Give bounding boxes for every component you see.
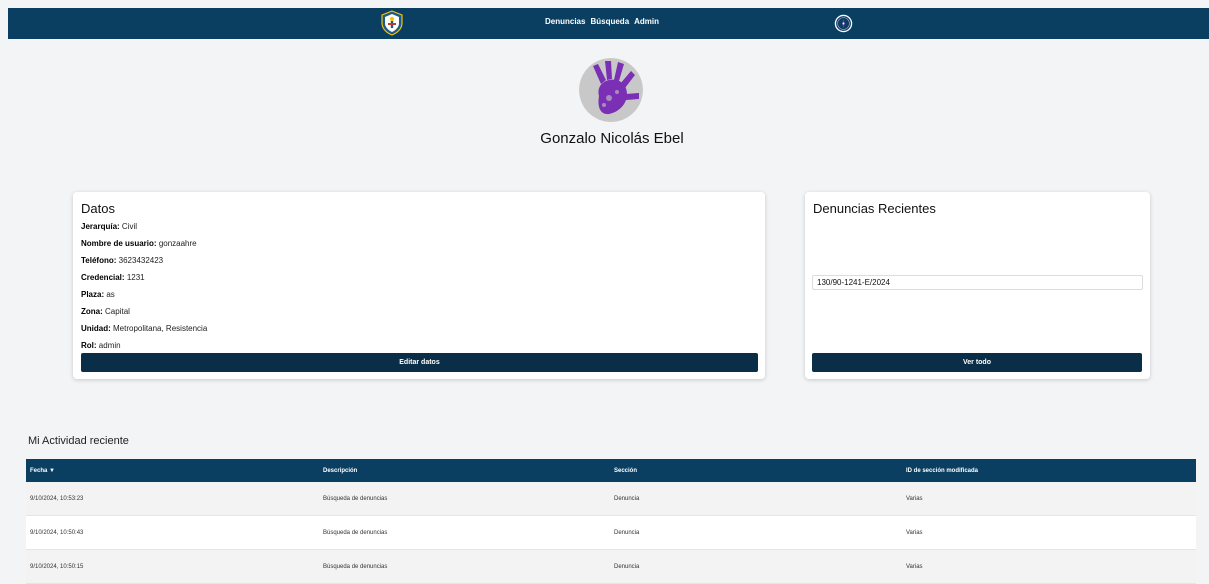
cell-descripcion: Búsqueda de denuncias	[323, 563, 388, 570]
cell-seccion: Denuncia	[614, 529, 640, 536]
field-zona: Zona: Capital	[81, 307, 130, 316]
cell-id-seccion: Varias	[906, 495, 923, 502]
cell-id-seccion: Varias	[906, 563, 923, 570]
top-navbar: Denuncias Búsqueda Admin	[8, 8, 1209, 39]
cell-fecha: 9/10/2024, 10:53:23	[30, 495, 84, 502]
nav-link-denuncias[interactable]: Denuncias	[545, 17, 585, 26]
nav-link-admin[interactable]: Admin	[634, 17, 659, 26]
activity-title: Mi Actividad reciente	[28, 435, 129, 447]
cell-fecha: 9/10/2024, 10:50:15	[30, 563, 84, 570]
recent-complaint-item[interactable]: 130/90-1241-E/2024	[812, 275, 1143, 290]
field-nombre-usuario: Nombre de usuario: gonzaahre	[81, 239, 197, 248]
field-jerarquia: Jerarquía: Civil	[81, 222, 138, 231]
edit-data-button[interactable]: Editar datos	[81, 353, 758, 372]
column-header-seccion: Sección	[614, 467, 638, 474]
main-nav: Denuncias Búsqueda Admin	[545, 17, 659, 26]
table-row[interactable]: 9/10/2024, 10:50:15 Búsqueda de denuncia…	[26, 550, 1196, 584]
avatar	[579, 58, 643, 122]
cell-descripcion: Búsqueda de denuncias	[323, 529, 388, 536]
cell-seccion: Denuncia	[614, 495, 640, 502]
cell-seccion: Denuncia	[614, 563, 640, 570]
recent-complaints-title: Denuncias Recientes	[813, 201, 936, 216]
cell-id-seccion: Varias	[906, 529, 923, 536]
recent-complaints-card: Denuncias Recientes 130/90-1241-E/2024 V…	[805, 192, 1150, 379]
field-plaza: Plaza: as	[81, 290, 115, 299]
compass-icon[interactable]	[834, 14, 853, 33]
field-credencial: Credencial: 1231	[81, 273, 145, 282]
column-header-id-seccion: ID de sección modificada	[906, 467, 979, 474]
datos-title: Datos	[81, 201, 115, 216]
field-rol: Rol: admin	[81, 341, 121, 350]
table-row[interactable]: 9/10/2024, 10:53:23 Búsqueda de denuncia…	[26, 482, 1196, 516]
column-header-descripcion: Descripción	[323, 467, 358, 474]
field-telefono: Teléfono: 3623432423	[81, 256, 164, 265]
table-row[interactable]: 9/10/2024, 10:50:43 Búsqueda de denuncia…	[26, 516, 1196, 550]
cell-fecha: 9/10/2024, 10:50:43	[30, 529, 84, 536]
cell-descripcion: Búsqueda de denuncias	[323, 495, 388, 502]
police-shield-icon[interactable]	[380, 10, 404, 36]
profile-name: Gonzalo Nicolás Ebel	[540, 130, 684, 147]
view-all-button[interactable]: Ver todo	[812, 353, 1142, 372]
datos-card: Datos Jerarquía: Civil Nombre de usuario…	[73, 192, 765, 379]
activity-table: Fecha ▼ Descripción Sección ID de secció…	[26, 459, 1196, 584]
field-unidad: Unidad: Metropolitana, Resistencia	[81, 324, 208, 333]
nav-link-busqueda[interactable]: Búsqueda	[590, 17, 629, 26]
column-header-fecha[interactable]: Fecha ▼	[30, 459, 55, 482]
hand-print-icon	[579, 58, 643, 122]
table-header: Fecha ▼ Descripción Sección ID de secció…	[26, 459, 1196, 482]
